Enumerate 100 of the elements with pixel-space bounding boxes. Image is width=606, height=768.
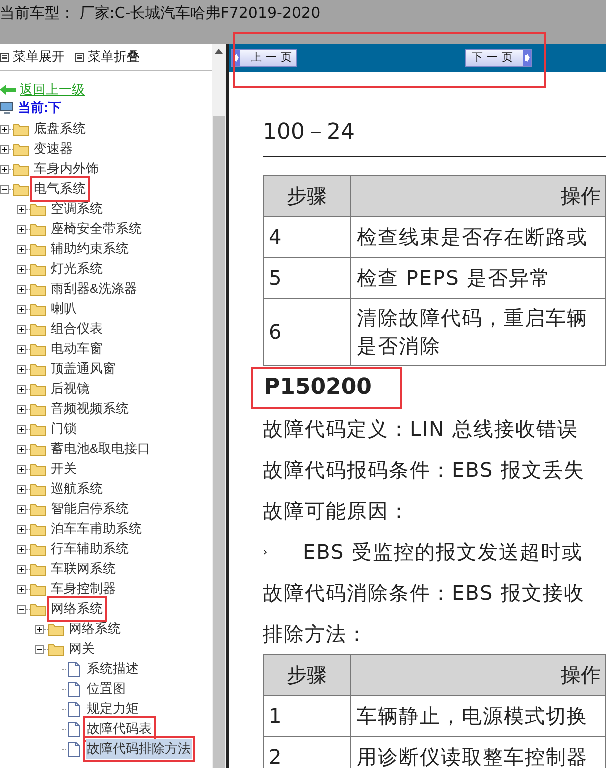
folder-icon bbox=[13, 162, 29, 176]
tree-item[interactable]: 智能启停系统 bbox=[50, 499, 130, 519]
table-cell: 2 bbox=[264, 737, 351, 768]
folder-icon bbox=[30, 502, 46, 516]
table-cell: 4 bbox=[264, 217, 351, 257]
tree-item[interactable]: 行车辅助系统 bbox=[50, 539, 130, 559]
expand-toggle-icon[interactable] bbox=[17, 304, 26, 314]
expand-toggle-icon[interactable] bbox=[17, 504, 26, 514]
folder-icon bbox=[30, 462, 46, 476]
tree-item[interactable]: 雨刮器&洗涤器 bbox=[50, 279, 139, 299]
collapse-toggle-icon[interactable] bbox=[17, 604, 26, 614]
paragraph-text: 排除方法： bbox=[263, 620, 368, 648]
folder-icon bbox=[30, 302, 46, 316]
document-icon bbox=[68, 662, 80, 676]
tree-item[interactable]: 网络系统 bbox=[50, 599, 104, 619]
expand-toggle-icon[interactable] bbox=[17, 404, 26, 414]
next-page-button[interactable]: 下一页 bbox=[465, 49, 532, 67]
expand-toggle-icon[interactable] bbox=[17, 444, 26, 454]
expand-toggle-icon[interactable] bbox=[17, 264, 26, 274]
tree-item[interactable]: 底盘系统 bbox=[33, 119, 87, 139]
scrollbar-thumb[interactable] bbox=[213, 116, 225, 768]
table-cell: 1 bbox=[264, 696, 351, 736]
folder-icon bbox=[30, 442, 46, 456]
expand-toggle-icon[interactable] bbox=[0, 124, 9, 134]
tree-item[interactable]: 网络系统 bbox=[68, 619, 122, 639]
expand-toggle-icon[interactable] bbox=[17, 364, 26, 374]
expand-toggle-icon[interactable] bbox=[17, 484, 26, 494]
previous-page-button[interactable]: 上一页 bbox=[231, 49, 297, 67]
tree-item[interactable]: 顶盖通风窗 bbox=[50, 359, 117, 379]
column-header: 步骤 bbox=[264, 655, 351, 695]
document-icon bbox=[68, 702, 80, 716]
collapse-toggle-icon[interactable] bbox=[0, 184, 9, 194]
expand-toggle-icon[interactable] bbox=[17, 544, 26, 554]
tree-item[interactable]: 位置图 bbox=[86, 679, 127, 699]
tree-item[interactable]: 电动车窗 bbox=[50, 339, 104, 359]
expand-toggle-icon[interactable] bbox=[0, 164, 9, 174]
expand-toggle-icon[interactable] bbox=[17, 564, 26, 574]
tree-item[interactable]: 辅助约束系统 bbox=[50, 239, 130, 259]
tree-item[interactable]: 车身控制器 bbox=[50, 579, 117, 599]
folder-icon bbox=[30, 282, 46, 296]
tree-item[interactable]: 电气系统 bbox=[33, 179, 87, 199]
expand-toggle-icon[interactable] bbox=[17, 344, 26, 354]
expand-toggle-icon[interactable] bbox=[17, 424, 26, 434]
tree-item[interactable]: 座椅安全带系统 bbox=[50, 219, 143, 239]
tree-item[interactable]: 空调系统 bbox=[50, 199, 104, 219]
expand-toggle-icon[interactable] bbox=[17, 284, 26, 294]
table-cell-text: 检查 PEPS 是否异常 bbox=[356, 265, 552, 292]
table-cell-text: 车辆静止，电源模式切换 bbox=[356, 703, 589, 730]
menu-toggle-link[interactable]: 菜单展开 bbox=[13, 47, 65, 67]
expand-toggle-icon[interactable] bbox=[17, 244, 26, 254]
expand-toggle-icon[interactable] bbox=[17, 204, 26, 214]
folder-icon bbox=[48, 642, 64, 656]
tree-item[interactable]: 蓄电池&取电接口 bbox=[50, 439, 152, 459]
expand-toggle-icon[interactable] bbox=[17, 584, 26, 594]
expand-toggle-icon[interactable] bbox=[17, 224, 26, 234]
expand-toggle-icon[interactable] bbox=[35, 624, 44, 634]
column-header: 步骤 bbox=[264, 176, 351, 216]
tree-item[interactable]: 组合仪表 bbox=[50, 319, 104, 339]
folder-icon bbox=[30, 382, 46, 396]
tree-item[interactable]: 巡航系统 bbox=[50, 479, 104, 499]
tree-item[interactable]: 故障代码排除方法 bbox=[86, 739, 192, 759]
tree-item[interactable]: 泊车车甫助系统 bbox=[50, 519, 143, 539]
folder-icon bbox=[30, 342, 46, 356]
tree-item[interactable]: 喇叭 bbox=[50, 299, 78, 319]
expand-toggle-icon[interactable] bbox=[17, 384, 26, 394]
tree-item[interactable]: 变速器 bbox=[33, 139, 74, 159]
back-arrow-icon bbox=[0, 85, 16, 95]
tree-item[interactable]: 系统描述 bbox=[86, 659, 140, 679]
table-cell-text: 清除故障代码，重启车辆是否消除 bbox=[356, 305, 589, 360]
tree-item[interactable]: 音频视频系统 bbox=[50, 399, 130, 419]
folder-icon bbox=[30, 582, 46, 596]
tree-item[interactable]: 车联网系统 bbox=[50, 559, 117, 579]
tree-item[interactable]: 故障代码表 bbox=[86, 719, 153, 739]
current-location-label: 当前:下 bbox=[18, 99, 62, 118]
expand-toggle-icon[interactable] bbox=[17, 464, 26, 474]
folder-icon bbox=[30, 522, 46, 536]
folder-icon bbox=[30, 402, 46, 416]
paragraph-text: EBS 受监控的报文发送超时或 bbox=[303, 538, 584, 566]
folder-icon bbox=[13, 182, 29, 196]
tree-item[interactable]: 车身内外饰 bbox=[33, 159, 100, 179]
scroll-up-icon[interactable] bbox=[215, 49, 223, 54]
expand-toggle-icon[interactable] bbox=[17, 524, 26, 534]
column-header: 操作 bbox=[560, 183, 602, 210]
scrollbar[interactable] bbox=[212, 44, 226, 768]
folder-icon bbox=[30, 242, 46, 256]
tree-item[interactable]: 灯光系统 bbox=[50, 259, 104, 279]
table-cell: 5 bbox=[264, 258, 351, 298]
table-cell-text: 检查线束是否存在断路或 bbox=[356, 224, 589, 251]
menu-toggle-link[interactable]: 菜单折叠 bbox=[88, 47, 140, 67]
expand-toggle-icon[interactable] bbox=[17, 324, 26, 334]
tree-item[interactable]: 开关 bbox=[50, 459, 78, 479]
expand-toggle-icon[interactable] bbox=[0, 144, 9, 154]
folder-icon bbox=[13, 122, 29, 136]
collapse-toggle-icon[interactable] bbox=[35, 644, 44, 654]
tree-item[interactable]: 规定力矩 bbox=[86, 699, 140, 719]
menu-icon bbox=[75, 52, 84, 62]
tree-item[interactable]: 门锁 bbox=[50, 419, 78, 439]
folder-icon bbox=[48, 622, 64, 636]
tree-item[interactable]: 网关 bbox=[68, 639, 96, 659]
tree-item[interactable]: 后视镜 bbox=[50, 379, 91, 399]
